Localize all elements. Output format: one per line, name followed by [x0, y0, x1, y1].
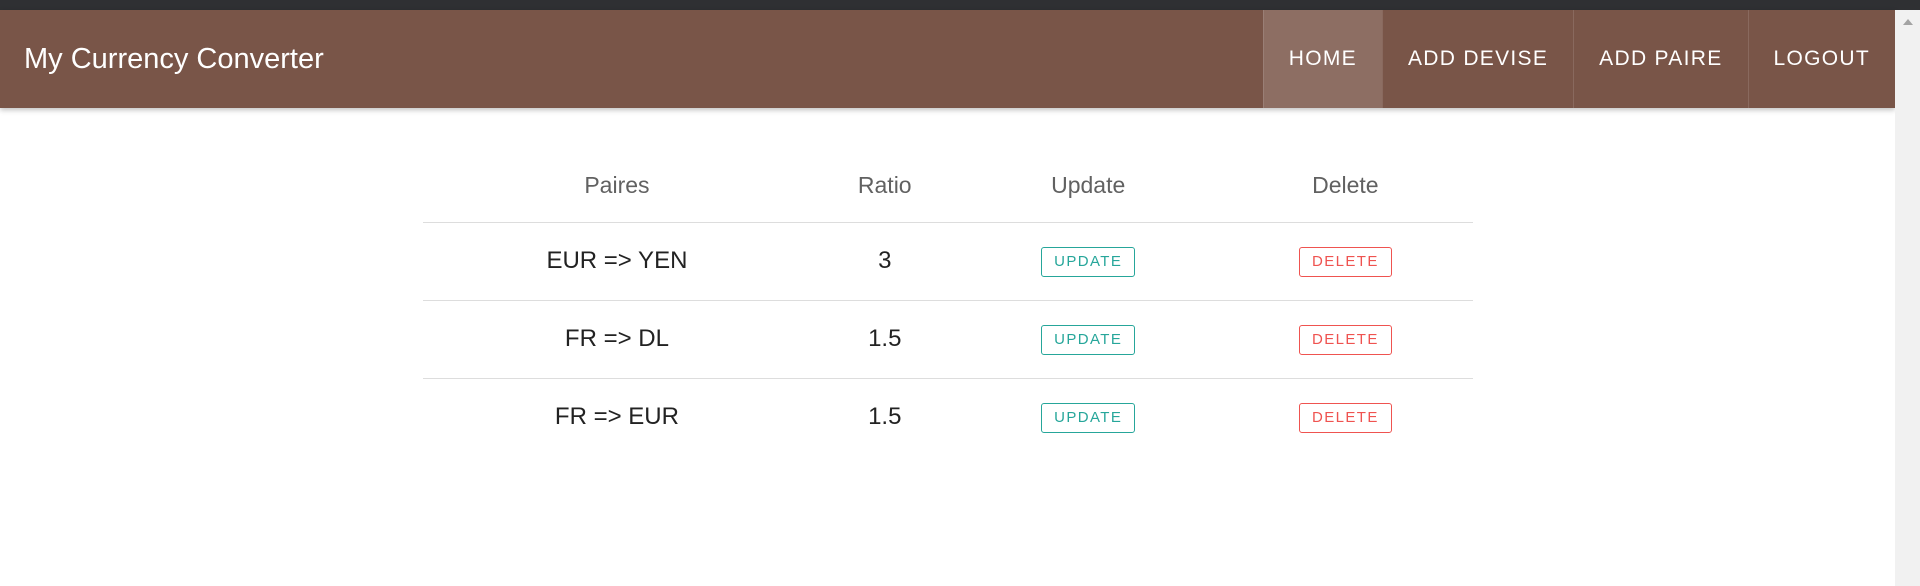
nav-add-devise[interactable]: ADD DEVISE [1381, 10, 1573, 108]
header-ratio: Ratio [810, 150, 959, 223]
cell-delete: DELETE [1218, 378, 1473, 456]
nav-add-paire[interactable]: ADD PAIRE [1573, 10, 1747, 108]
update-button[interactable]: UPDATE [1041, 247, 1136, 277]
scroll-up-arrow-icon[interactable] [1903, 19, 1913, 25]
update-button[interactable]: UPDATE [1041, 325, 1136, 355]
cell-delete: DELETE [1217, 300, 1473, 379]
table-row: FR => EUR 1.5 UPDATE DELETE [423, 378, 1473, 456]
cell-paire: FR => DL [423, 300, 811, 379]
delete-button[interactable]: DELETE [1298, 403, 1392, 434]
cell-ratio: 1.5 [868, 403, 902, 431]
nav-home[interactable]: HOME [1262, 10, 1382, 108]
scrollbar[interactable] [1895, 10, 1920, 586]
navbar: My Currency Converter HOME ADD DEVISE AD… [0, 10, 1895, 108]
cell-update: UPDATE [958, 222, 1218, 301]
nav-menu: HOME ADD DEVISE ADD PAIRE LOGOUT [1262, 10, 1895, 108]
cell-delete: DELETE [1217, 222, 1473, 301]
browser-top-strip [0, 0, 1920, 10]
table-header-row: Paires Ratio Update Delete [423, 150, 1473, 223]
cell-update: UPDATE [959, 378, 1218, 456]
header-update: Update [958, 150, 1218, 223]
cell-paire: EUR => YEN [423, 222, 811, 301]
brand-logo[interactable]: My Currency Converter [24, 10, 324, 108]
pairs-table: Paires Ratio Update Delete EUR => YEN 3 … [423, 150, 1473, 456]
nav-logout[interactable]: LOGOUT [1747, 10, 1895, 108]
table-row: FR => DL 1.5 UPDATE DELETE [423, 300, 1473, 379]
delete-button[interactable]: DELETE [1298, 247, 1392, 277]
cell-update: UPDATE [958, 300, 1218, 379]
table-row: EUR => YEN 3 UPDATE DELETE [423, 222, 1473, 301]
cell-paire: FR => EUR [554, 403, 679, 431]
update-button[interactable]: UPDATE [1041, 403, 1136, 434]
delete-button[interactable]: DELETE [1298, 325, 1392, 355]
cell-ratio: 3 [810, 222, 959, 301]
header-delete: Delete [1217, 150, 1473, 223]
header-paires: Paires [423, 150, 811, 223]
cell-ratio: 1.5 [810, 300, 959, 379]
